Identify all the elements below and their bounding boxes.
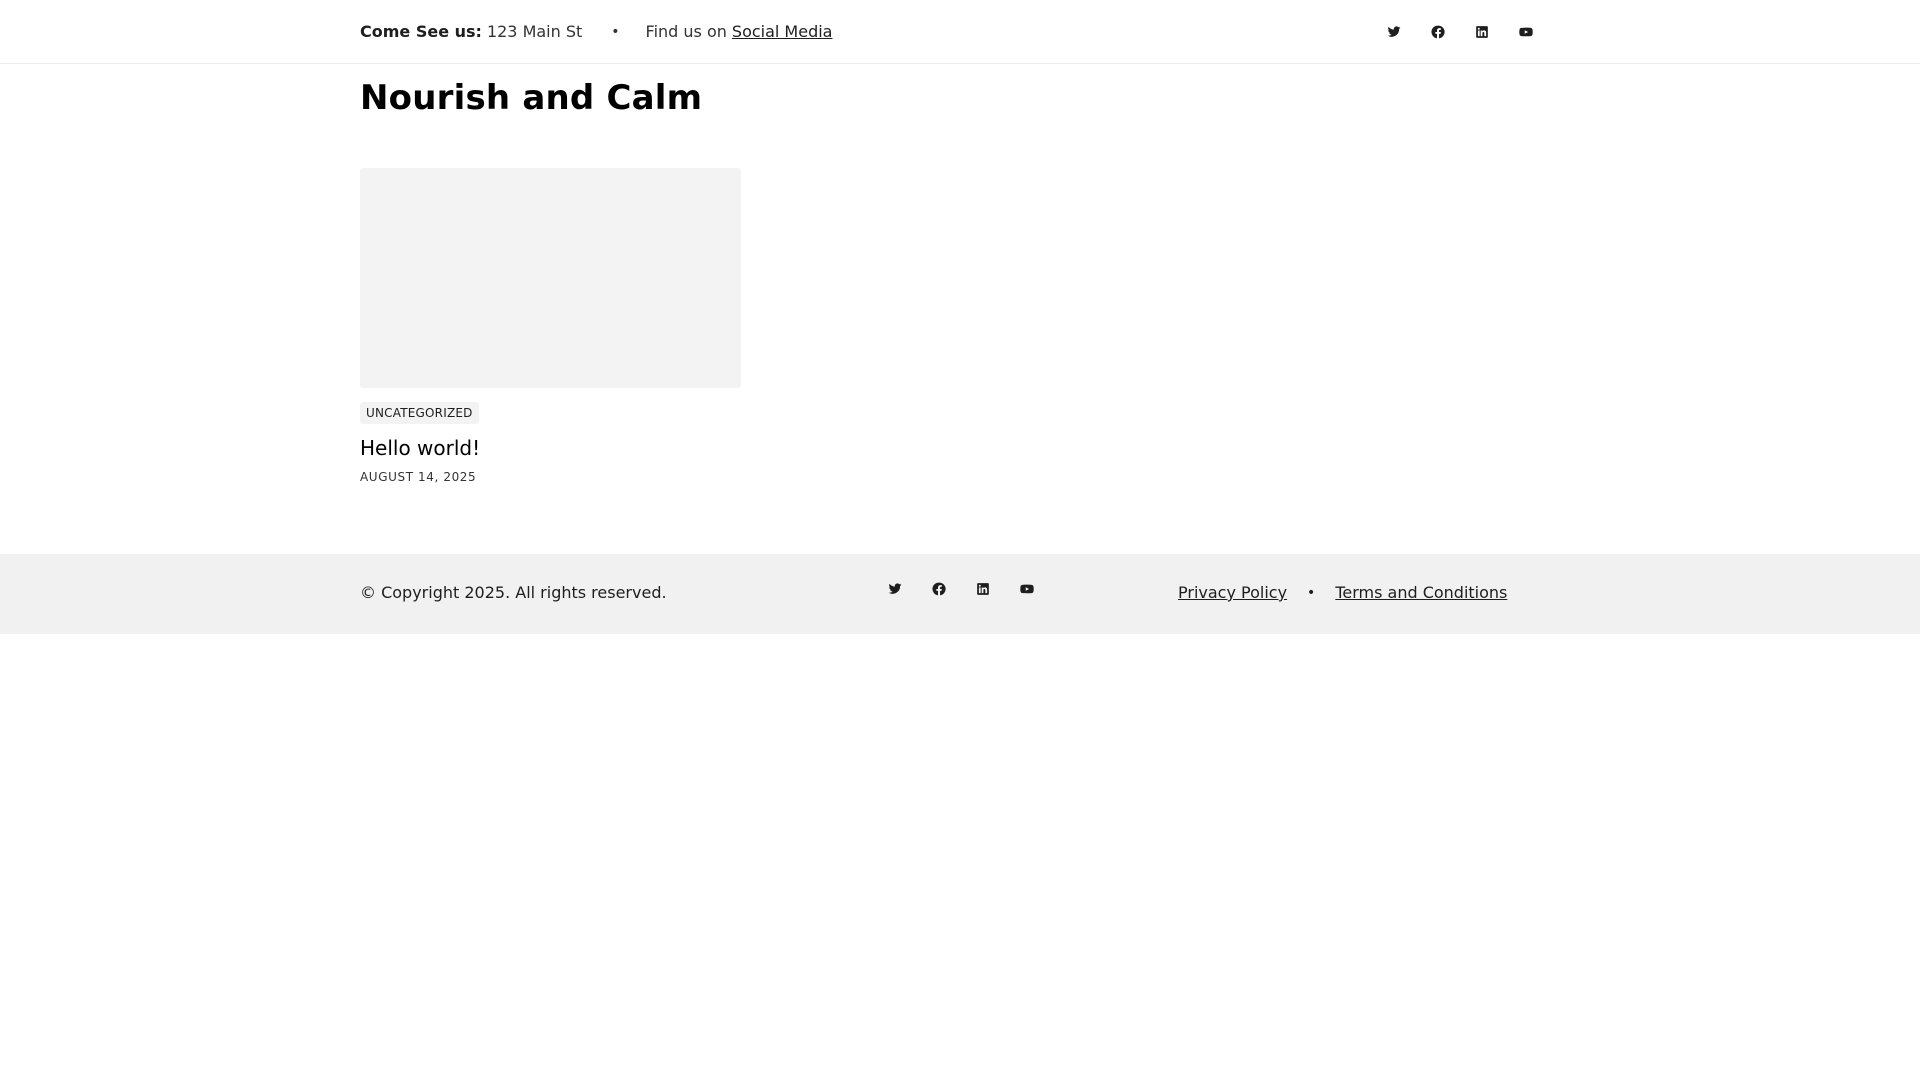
youtube-icon[interactable] <box>1019 581 1035 597</box>
privacy-policy-link[interactable]: Privacy Policy <box>1178 583 1287 602</box>
post-card: UNCATEGORIZED Hello world! AUGUST 14, 20… <box>360 168 741 484</box>
top-bar-info: Come See us: 123 Main St • Find us on So… <box>360 22 832 41</box>
youtube-icon[interactable] <box>1518 24 1534 40</box>
footer-links: Privacy Policy • Terms and Conditions <box>1178 583 1507 602</box>
footer-inner: © Copyright 2025. All rights reserved. P… <box>360 554 1560 634</box>
find-us-text: Find us on <box>645 22 727 41</box>
linkedin-icon[interactable] <box>1474 24 1490 40</box>
twitter-icon[interactable] <box>1386 24 1402 40</box>
separator-dot: • <box>1307 584 1316 601</box>
copyright-text: © Copyright 2025. All rights reserved. <box>360 583 667 602</box>
post-thumbnail[interactable] <box>360 168 741 388</box>
facebook-icon[interactable] <box>931 581 947 597</box>
post-title[interactable]: Hello world! <box>360 436 741 460</box>
facebook-icon[interactable] <box>1430 24 1446 40</box>
site-title[interactable]: Nourish and Calm <box>360 78 702 118</box>
post-date: AUGUST 14, 2025 <box>360 470 477 484</box>
header-social-icons <box>1386 24 1560 40</box>
footer-social-icons <box>887 581 1035 597</box>
top-bar-inner: Come See us: 123 Main St • Find us on So… <box>360 0 1560 63</box>
twitter-icon[interactable] <box>887 581 903 597</box>
top-bar: Come See us: 123 Main St • Find us on So… <box>0 0 1920 64</box>
address-value: 123 Main St <box>486 22 583 41</box>
linkedin-icon[interactable] <box>975 581 991 597</box>
post-category[interactable]: UNCATEGORIZED <box>360 402 479 424</box>
address-label: Come See us: <box>360 22 482 41</box>
site-footer: © Copyright 2025. All rights reserved. P… <box>0 554 1920 634</box>
separator-dot: • <box>611 23 620 40</box>
terms-link[interactable]: Terms and Conditions <box>1335 583 1507 602</box>
social-media-link[interactable]: Social Media <box>732 22 833 41</box>
